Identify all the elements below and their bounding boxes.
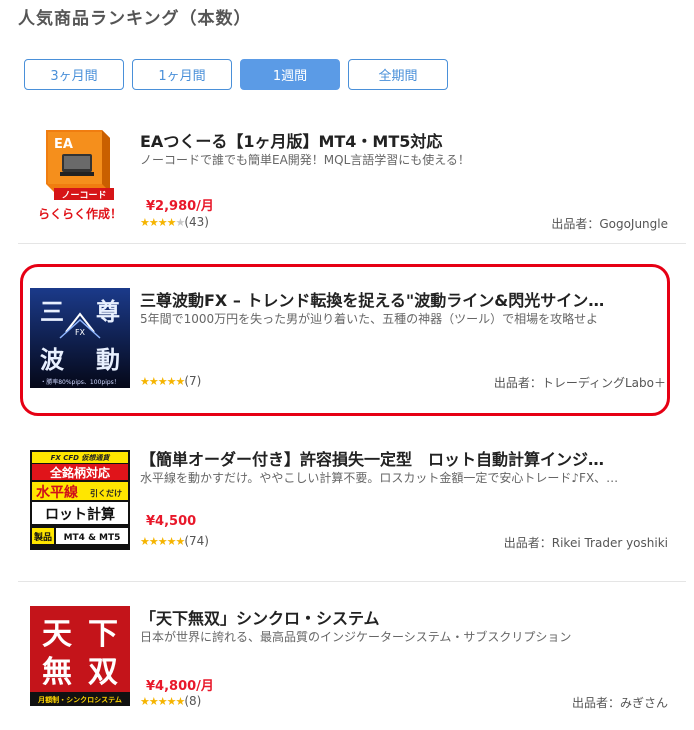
thumb-line1: FX CFD 仮想通貨: [51, 453, 111, 462]
product-rating: ★★★★★(43): [140, 215, 209, 229]
tab-1-month[interactable]: 1ヶ月間: [132, 59, 232, 90]
thumb-line3: 水平線: [36, 484, 78, 501]
thumb-line2: 全銘柄対応: [49, 465, 110, 480]
seller-name[interactable]: 出品者：みぎさん: [572, 694, 668, 711]
tab-all-time[interactable]: 全期間: [348, 59, 448, 90]
product-price: ¥2,980/月: [146, 199, 214, 214]
product-thumbnail[interactable]: FX CFD 仮想通貨 全銘柄対応 水平線 引くだけ ロット計算 製品 MT4 …: [30, 450, 130, 550]
product-price: ¥4,500: [146, 514, 197, 529]
star-rating-icon: ★★★★★: [140, 375, 185, 388]
lot-calc-image: FX CFD 仮想通貨 全銘柄対応 水平線 引くだけ ロット計算 製品 MT4 …: [30, 450, 130, 550]
period-tabs: 3ヶ月間 1ヶ月間 1週間 全期間: [24, 59, 448, 90]
product-item[interactable]: FX 三 尊 波 動 ・勝率80%pips、100pips！ 三尊波動FX – …: [18, 264, 686, 416]
thumb-badge: FX: [75, 328, 86, 337]
thumb-char: 天: [42, 617, 72, 652]
thumb-char: 無: [42, 655, 72, 690]
seller-name[interactable]: 出品者：Rikei Trader yoshiki: [504, 534, 668, 551]
product-item[interactable]: 天 下 無 双 月額制・シンクロシステム 「天下無双」シンクロ・システム 日本が…: [18, 596, 686, 726]
divider: [18, 243, 686, 244]
product-thumbnail[interactable]: EA ノーコード らくらく作成！: [30, 126, 130, 226]
review-count: (43): [184, 215, 209, 229]
thumb-char: 尊: [96, 297, 120, 326]
star-rating-icon: ★★★★★: [140, 695, 185, 708]
sanson-hadou-image: FX 三 尊 波 動 ・勝率80%pips、100pips！: [30, 288, 130, 388]
review-count: (8): [184, 694, 202, 708]
ea-tool-box-image: EA ノーコード らくらく作成！: [38, 130, 122, 221]
product-thumbnail[interactable]: FX 三 尊 波 動 ・勝率80%pips、100pips！: [30, 288, 130, 388]
thumb-char: 下: [88, 617, 118, 652]
thumb-box-label: EA: [54, 137, 73, 152]
product-rating: ★★★★★(8): [140, 694, 201, 708]
product-rating: ★★★★★(7): [140, 374, 201, 388]
product-item[interactable]: FX CFD 仮想通貨 全銘柄対応 水平線 引くだけ ロット計算 製品 MT4 …: [18, 436, 686, 582]
product-title[interactable]: 【簡単オーダー付き】許容損失一定型 ロット自動計算インジ…: [140, 446, 676, 470]
thumb-char: 波: [40, 345, 65, 374]
product-thumbnail[interactable]: 天 下 無 双 月額制・シンクロシステム: [30, 606, 130, 706]
thumb-line5a: 製品: [33, 531, 52, 543]
thumb-char: 三: [40, 297, 64, 326]
product-title[interactable]: 三尊波動FX – トレンド転換を捉える"波動ライン&閃光サイン…: [140, 287, 664, 311]
product-title[interactable]: 「天下無双」シンクロ・システム: [140, 605, 676, 629]
review-count: (74): [184, 534, 209, 548]
product-description: 水平線を動かすだけ。ややこしい計算不要。ロスカット金額一定で安心トレード♪FX、…: [140, 471, 619, 485]
star-rating-icon: ★★★★★: [140, 216, 185, 229]
thumb-band-text: ノーコード: [61, 190, 106, 201]
thumb-char: 動: [96, 345, 120, 374]
product-title[interactable]: EAつくーる【1ヶ月版】MT4・MT5対応: [140, 128, 676, 152]
seller-name[interactable]: 出品者：GogoJungle: [551, 215, 668, 232]
product-description: 5年間で1000万円を失った男が辿り着いた、五種の神器（ツール）で相場を攻略せよ: [140, 312, 599, 326]
product-description: ノーコードで誰でも簡単EA開発！MQL言語学習にも使える！: [140, 153, 470, 167]
product-rating: ★★★★★(74): [140, 534, 209, 548]
divider: [18, 581, 686, 582]
tab-1-week[interactable]: 1週間: [240, 59, 340, 90]
seller-name[interactable]: 出品者：トレーディングLabo＋: [494, 374, 666, 391]
thumb-footer: ・勝率80%pips、100pips！: [40, 378, 120, 386]
thumb-line4: ロット計算: [45, 506, 115, 523]
product-price: ¥4,800/月: [146, 679, 214, 694]
thumb-footer: 月額制・シンクロシステム: [37, 695, 122, 704]
review-count: (7): [184, 374, 202, 388]
thumb-slogan: らくらく作成！: [38, 206, 122, 221]
page-title: 人気商品ランキング（本数）: [18, 9, 252, 29]
thumb-char: 双: [88, 655, 118, 690]
product-item[interactable]: EA ノーコード らくらく作成！ EAつくーる【1ヶ月版】MT4・MT5対応 ノ…: [18, 118, 686, 244]
tenka-musou-image: 天 下 無 双 月額制・シンクロシステム: [30, 606, 130, 706]
star-rating-icon: ★★★★★: [140, 535, 185, 548]
thumb-line3b: 引くだけ: [90, 488, 122, 498]
thumb-line5b: MT4 & MT5: [64, 533, 121, 543]
product-description: 日本が世界に誇れる、最高品質のインジケーターシステム・サブスクリプション: [140, 630, 572, 644]
tab-3-months[interactable]: 3ヶ月間: [24, 59, 124, 90]
